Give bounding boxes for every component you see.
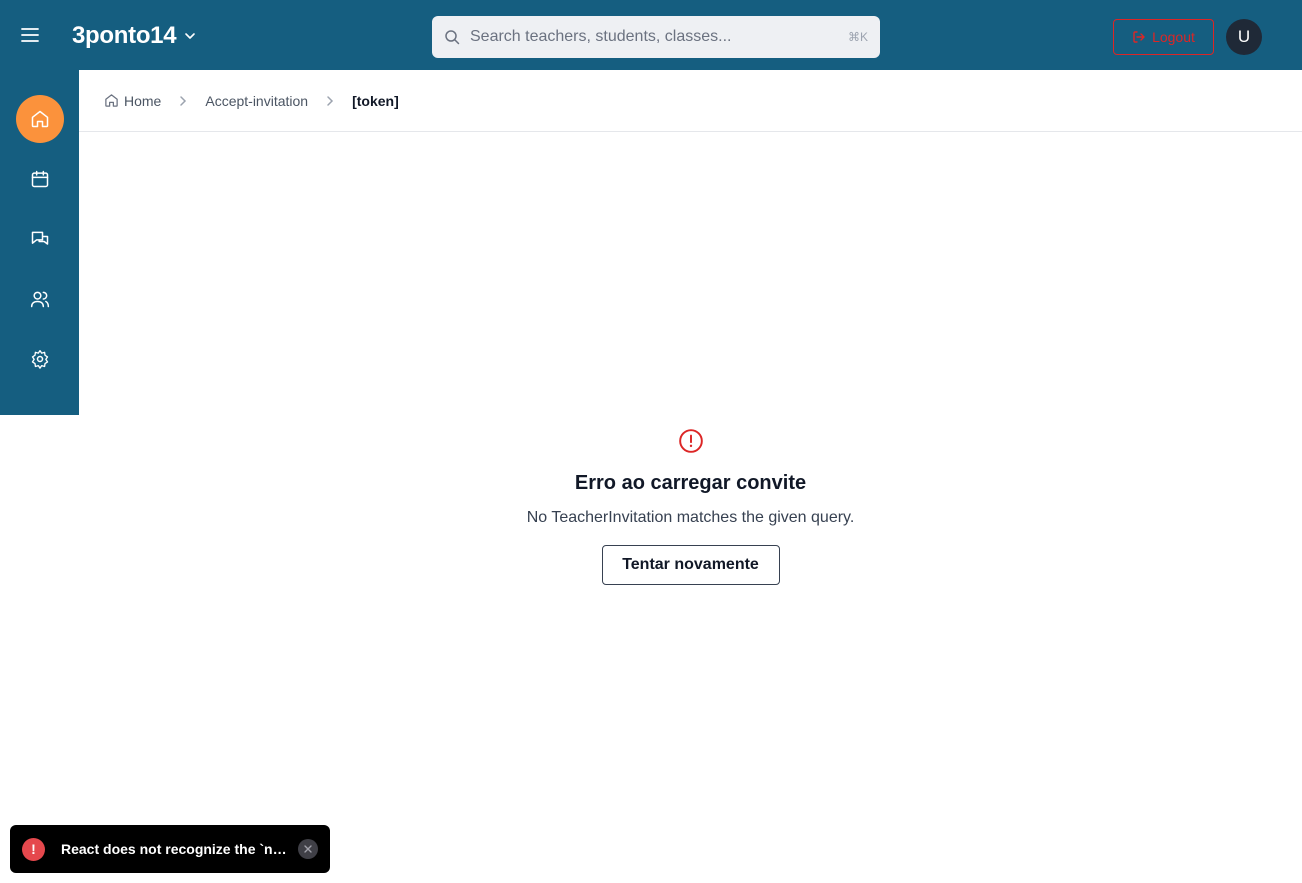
search-shortcut-hint: ⌘K (847, 30, 868, 44)
chevron-right-icon (179, 95, 187, 107)
sidebar-item-messages[interactable] (16, 215, 64, 263)
search-input[interactable] (470, 16, 848, 58)
home-icon (31, 110, 49, 128)
messages-icon (31, 231, 49, 245)
calendar-icon (31, 170, 49, 188)
breadcrumb-accept-invitation[interactable]: Accept-invitation (205, 93, 308, 109)
toast-message: React does not recognize the `numberOfMo… (61, 841, 289, 857)
logout-button[interactable]: Logout (1113, 19, 1214, 55)
user-avatar[interactable]: U (1226, 19, 1262, 55)
close-icon (304, 845, 312, 853)
error-state: Erro ao carregar convite No TeacherInvit… (79, 428, 1302, 585)
breadcrumb: Home Accept-invitation [token] (79, 70, 1302, 132)
breadcrumb-label: [token] (352, 92, 399, 109)
menu-toggle-button[interactable] (18, 23, 42, 47)
error-title: Erro ao carregar convite (574, 472, 807, 494)
breadcrumb-current: [token] (352, 93, 399, 109)
sidebar-item-home[interactable] (16, 95, 64, 143)
logout-label: Logout (1152, 29, 1195, 45)
chevron-right-icon (326, 95, 334, 107)
sidebar-item-users[interactable] (16, 275, 64, 323)
breadcrumb-label: Home (124, 92, 162, 109)
home-icon (105, 94, 118, 107)
error-icon: ! (22, 837, 45, 861)
global-search[interactable]: ⌘K (432, 16, 880, 58)
brand-name: 3ponto14 (72, 22, 177, 49)
error-toast[interactable]: ! React does not recognize the `numberOf… (10, 825, 330, 873)
sidebar (0, 70, 79, 415)
hamburger-menu-icon (21, 28, 39, 42)
sidebar-item-calendar[interactable] (16, 155, 64, 203)
toast-close-button[interactable] (298, 839, 318, 859)
top-bar: 3ponto14 ⌘K Logout U (0, 0, 1302, 70)
sidebar-item-settings[interactable] (16, 335, 64, 383)
error-message: No TeacherInvitation matches the given q… (526, 509, 855, 526)
breadcrumb-home[interactable]: Home (104, 93, 161, 109)
retry-button[interactable]: Tentar novamente (601, 545, 780, 585)
users-icon (30, 291, 50, 308)
settings-icon (31, 350, 49, 369)
chevron-down-icon (185, 33, 196, 39)
alert-circle-icon (678, 429, 703, 453)
logout-icon (1133, 31, 1145, 43)
organization-switcher[interactable]: 3ponto14 (72, 21, 196, 51)
breadcrumb-label: Accept-invitation (205, 92, 309, 109)
search-icon (445, 30, 460, 45)
